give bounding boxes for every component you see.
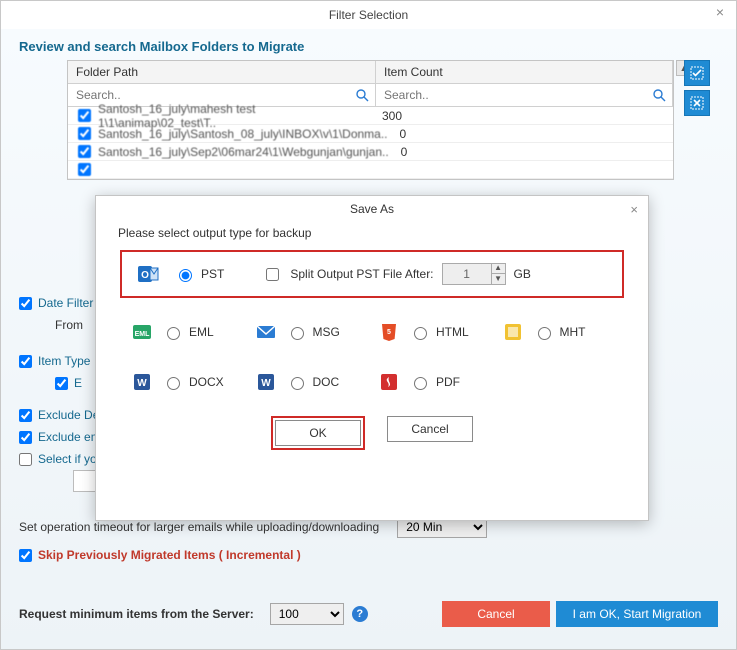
- svg-text:5: 5: [387, 329, 391, 336]
- search-item-count[interactable]: [376, 84, 652, 106]
- docx-icon: W: [130, 370, 154, 394]
- mht-radio[interactable]: MHT: [533, 324, 586, 340]
- msg-icon: [254, 320, 278, 344]
- close-icon[interactable]: ×: [712, 5, 728, 21]
- doc-radio[interactable]: DOC: [286, 374, 340, 390]
- exclude-empty-checkbox[interactable]: [19, 431, 32, 444]
- cancel-button[interactable]: Cancel: [387, 416, 473, 442]
- pst-option-row: O PST Split Output PST File After: 1 ▲▼ …: [120, 250, 624, 298]
- save-as-dialog: Save As × Please select output type for …: [95, 195, 649, 521]
- request-select[interactable]: 100: [270, 603, 344, 625]
- doc-icon: W: [254, 370, 278, 394]
- svg-text:W: W: [261, 378, 271, 389]
- mht-icon: [501, 320, 525, 344]
- window-title: Filter Selection: [329, 8, 408, 22]
- table-row[interactable]: Santosh_16_july\Santosh_08_july\INBOX\v\…: [68, 125, 673, 143]
- item-e-checkbox[interactable]: [55, 377, 68, 390]
- eml-icon: EML: [130, 320, 154, 344]
- row-checkbox[interactable]: [78, 145, 91, 158]
- svg-text:W: W: [137, 378, 147, 389]
- cancel-button[interactable]: Cancel: [442, 601, 550, 627]
- row-checkbox[interactable]: [78, 127, 91, 140]
- ok-button[interactable]: OK: [275, 420, 361, 446]
- row-checkbox[interactable]: [78, 109, 91, 122]
- select-all-icon[interactable]: [684, 60, 710, 86]
- search-icon[interactable]: [652, 88, 666, 102]
- folders-grid: Folder Path Item Count Santosh_16_july\m…: [67, 60, 674, 180]
- pdf-radio[interactable]: PDF: [409, 374, 460, 390]
- window-titlebar: Filter Selection ×: [1, 1, 736, 29]
- exclude-deleted-checkbox[interactable]: [19, 409, 32, 422]
- date-filter-label: Date Filter: [38, 296, 93, 310]
- spinner-down-icon[interactable]: ▼: [491, 274, 505, 285]
- table-row[interactable]: Santosh_16_july\mahesh test 1\1\animap\0…: [68, 107, 673, 125]
- split-unit: GB: [514, 267, 531, 281]
- msg-radio[interactable]: MSG: [286, 324, 340, 340]
- skip-migrated-label: Skip Previously Migrated Items ( Increme…: [38, 548, 301, 562]
- column-folder-path[interactable]: Folder Path: [68, 61, 376, 83]
- split-value-spinner[interactable]: 1 ▲▼: [442, 263, 506, 285]
- filter-selection-window: Filter Selection × Review and search Mai…: [0, 0, 737, 650]
- eml-radio[interactable]: EML: [162, 324, 214, 340]
- outlook-icon: O: [136, 262, 160, 286]
- table-row[interactable]: Santosh_16_july\Sep2\06mar24\1\Webgunjan…: [68, 143, 673, 161]
- pst-radio[interactable]: PST: [174, 266, 224, 282]
- item-type-checkbox[interactable]: [19, 355, 32, 368]
- dialog-subtitle: Please select output type for backup: [96, 216, 648, 246]
- spinner-up-icon[interactable]: ▲: [491, 263, 505, 274]
- pdf-icon: [377, 370, 401, 394]
- svg-text:O: O: [141, 270, 149, 281]
- search-icon[interactable]: [355, 88, 369, 102]
- row-checkbox[interactable]: [78, 163, 91, 176]
- close-icon[interactable]: ×: [630, 202, 638, 217]
- request-label: Request minimum items from the Server:: [19, 607, 254, 621]
- start-migration-button[interactable]: I am OK, Start Migration: [556, 601, 718, 627]
- table-row[interactable]: [68, 161, 673, 179]
- split-checkbox[interactable]: [266, 268, 279, 281]
- item-type-label: Item Type: [38, 354, 90, 368]
- help-icon[interactable]: ?: [352, 606, 368, 622]
- from-label: From: [55, 318, 83, 332]
- column-item-count[interactable]: Item Count: [376, 61, 673, 83]
- html-icon: 5: [377, 320, 401, 344]
- date-filter-checkbox[interactable]: [19, 297, 32, 310]
- skip-migrated-checkbox[interactable]: [19, 549, 32, 562]
- dialog-title: Save As: [350, 202, 394, 216]
- deselect-all-icon[interactable]: [684, 90, 710, 116]
- review-heading: Review and search Mailbox Folders to Mig…: [19, 39, 718, 54]
- html-radio[interactable]: HTML: [409, 324, 469, 340]
- timeout-label: Set operation timeout for larger emails …: [19, 520, 379, 534]
- select-if-checkbox[interactable]: [19, 453, 32, 466]
- svg-text:EML: EML: [135, 331, 151, 338]
- docx-radio[interactable]: DOCX: [162, 374, 224, 390]
- split-label: Split Output PST File After:: [290, 267, 433, 281]
